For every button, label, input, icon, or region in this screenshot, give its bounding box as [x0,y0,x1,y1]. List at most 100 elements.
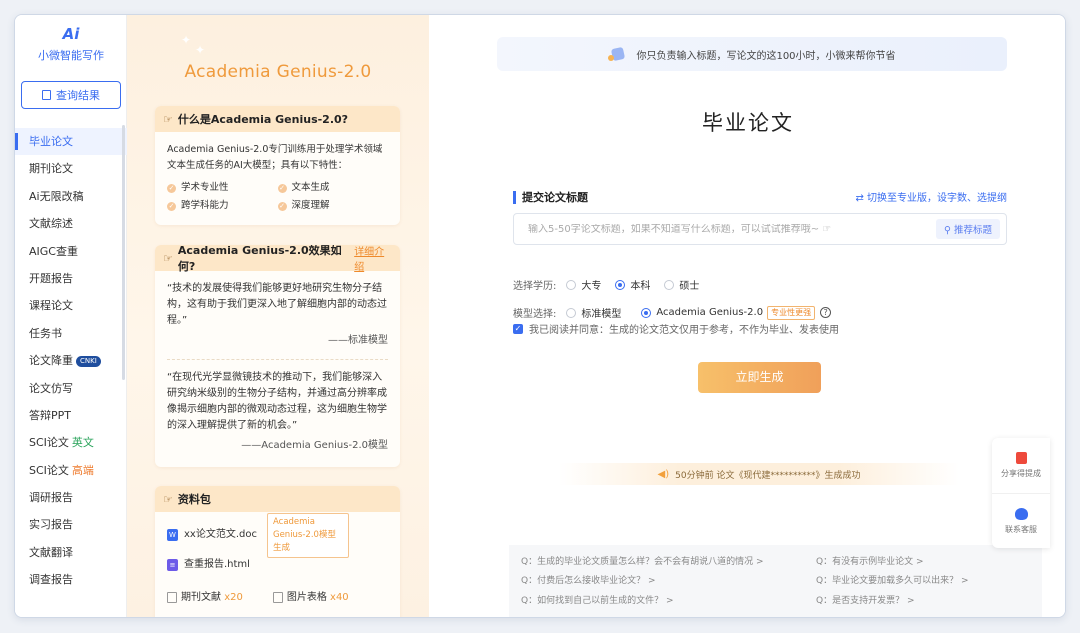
section-header: 提交论文标题 [513,189,588,205]
degree-option-bachelor[interactable]: 本科 [615,277,650,292]
sidebar-item-sci-premium[interactable]: SCI论文 高端 [15,457,127,484]
agreement-checkbox[interactable]: ✓ [513,323,523,334]
feature-label: 深度理解 [291,200,330,211]
radio-circle [615,279,626,290]
sidebar-item-label: 答辩PPT [29,408,71,422]
sidebar-item-paper-imitation[interactable]: 论文仿写 [15,375,127,402]
faq-item[interactable]: Q：生成的毕业论文质量怎么样？会不会有胡说八道的情况 > [521,555,816,570]
faq-item[interactable]: Q：有没有示例毕业论文 > [816,555,1030,570]
sparkle-icon: ✦ [181,33,192,47]
sidebar-item-label: Ai无限改稿 [29,189,84,203]
section-accent-bar [513,190,516,204]
sidebar-item-label: 文献翻译 [29,545,73,559]
sidebar-item-label: 课程论文 [29,299,73,313]
sidebar-item-label: 任务书 [29,326,62,340]
sidebar-item-survey-report[interactable]: 调查报告 [15,566,127,593]
title-input-box: ⚲ 推荐标题 [513,213,1007,245]
model-description: Academia Genius-2.0专门训练用于处理学术领域文本生成任务的AI… [167,144,383,171]
sparkle-icon: ✦ [195,43,206,57]
sidebar-item-plagiarism-reduction[interactable]: 论文降重 CNKI [15,347,127,374]
degree-selector: 选择学历: 大专 本科 硕士 [513,277,713,292]
illustration-icon [608,46,628,62]
agreement-text: 我已阅读并同意：生成的论文范文仅用于参考，不作为毕业、发表使用 [529,325,839,336]
logo[interactable]: Ai 小微智能写作 [15,25,127,63]
contact-service-button[interactable]: 联系客服 [992,493,1050,548]
faq-item[interactable]: Q：如何找到自己以前生成的文件？ > [521,594,816,609]
effect-card: ☞ Academia Genius-2.0效果如何? 详细介绍 “技术的发展使得… [155,245,400,467]
sidebar-item-graduation-thesis[interactable]: 毕业论文 [15,128,127,156]
sidebar-item-label: 文献综述 [29,217,73,231]
check-icon: ✓ [277,183,287,193]
degree-label: 选择学历: [513,281,557,292]
radio-circle [641,307,652,318]
genius-model-attribution: ——Academia Genius-2.0模型 [241,440,388,451]
main-panel: 你只负责输入标题，写论文的这100小时，小微来帮你节省 毕业论文 提交论文标题 … [429,15,1065,617]
degree-option-master[interactable]: 硕士 [664,277,699,292]
sidebar-item-sci-english[interactable]: SCI论文 英文 [15,429,127,456]
check-icon: ✓ [277,201,287,211]
sidebar-item-defense-ppt[interactable]: 答辩PPT [15,402,127,429]
what-is-card: ☞ 什么是Academia Genius-2.0? Academia Geniu… [155,106,400,225]
help-icon[interactable]: ? [820,307,832,318]
file-tip: Academia Genius-2.0模型生成 [266,512,349,558]
sidebar-item-label: SCI论文 [29,436,69,450]
resource-count: x20 [224,592,243,603]
faq-item[interactable]: Q：付费后怎么接收毕业论文？ > [521,574,816,589]
share-label: 分享得提成 [1001,469,1041,478]
card-heading: 什么是Academia Genius-2.0? [177,113,349,126]
query-results-button[interactable]: 查询结果 [21,81,121,109]
info-panel: ✦ ✦ Academia Genius-2.0 ☞ 什么是Academia Ge… [127,15,429,617]
feature-label: 跨学科能力 [181,200,229,211]
genius-model-quote: “在现代光学显微镜技术的推动下，我们能够深入研究纳米级别的生物分子结构，并通过高… [167,372,387,431]
sidebar-item-label: AIGC查重 [29,244,78,258]
logo-mark: Ai [62,25,80,43]
card-header: ☞ Academia Genius-2.0效果如何? 详细介绍 [155,245,400,273]
detail-link[interactable]: 详细介绍 [354,245,392,273]
model-option-genius[interactable]: Academia Genius-2.0 [641,307,763,318]
title-input[interactable] [528,223,936,235]
query-results-label: 查询结果 [56,89,100,102]
card-heading: 资料包 [177,493,211,506]
radio-label: 标准模型 [581,309,622,320]
faq-item[interactable]: Q：毕业论文要加载多久可以出来？ > [816,574,1030,589]
resource-label: 图片表格 [286,592,327,603]
recommend-title-button[interactable]: ⚲ 推荐标题 [936,219,1000,239]
sidebar-item-assignment[interactable]: 任务书 [15,320,127,347]
feature-list: ✓ 学术专业性 ✓ 文本生成 ✓ 跨学科能力 ✓ 深度理解 [167,180,388,214]
recommend-label: 推荐标题 [953,225,992,236]
pointing-hand-icon: ☞ [163,492,173,506]
sidebar-item-research-report[interactable]: 调研报告 [15,484,127,511]
sidebar-item-proposal-report[interactable]: 开题报告 [15,265,127,292]
resource-count: x40 [330,592,349,603]
section-title: 提交论文标题 [522,191,588,204]
model-option-standard[interactable]: 标准模型 [566,305,621,320]
file-item[interactable]: W xx论文范文.doc Academia Genius-2.0模型生成 [167,512,388,558]
standard-model-quote: “技术的发展使得我们能够更好地研究生物分子结构，这有助于我们更深入地了解细胞内部… [167,283,387,326]
sidebar-item-internship-report[interactable]: 实习报告 [15,511,127,538]
faq-item[interactable]: Q：是否支持开发票？ > [816,594,1030,609]
speaker-icon: ◀) [657,468,670,480]
radio-label: Academia Genius-2.0 [656,307,764,318]
sidebar-item-literature-translation[interactable]: 文献翻译 [15,539,127,566]
sidebar-item-label: 调研报告 [29,491,73,505]
gift-icon [1015,452,1027,464]
resource-label: 期刊文献 [181,592,221,603]
sidebar-item-literature-review[interactable]: 文献综述 [15,210,127,237]
image-icon [272,591,283,603]
generation-notice: ◀) 50分钟前 论文《现代建**********》生成成功 [559,463,959,485]
agreement[interactable]: ✓ 我已阅读并同意：生成的论文范文仅用于参考，不作为毕业、发表使用 [513,321,839,336]
standard-model-attribution: ——标准模型 [328,335,388,346]
sidebar-nav: 毕业论文 期刊论文 Ai无限改稿 文献综述 AIGC查重 开题报告 课程论文 任… [15,128,127,594]
share-commission-button[interactable]: 分享得提成 [992,438,1050,493]
report-file-icon: ≡ [167,559,178,571]
sidebar-item-ai-revision[interactable]: Ai无限改稿 [15,183,127,210]
sidebar-item-journal-paper[interactable]: 期刊论文 [15,155,127,182]
sidebar-item-course-paper[interactable]: 课程论文 [15,292,127,319]
degree-option-junior-college[interactable]: 大专 [566,277,601,292]
sidebar-scrollbar[interactable] [122,125,125,380]
generate-button[interactable]: 立即生成 [698,362,821,393]
sidebar-item-aigc-check[interactable]: AIGC查重 [15,238,127,265]
sidebar-item-label: 论文降重 [29,354,73,368]
notice-text: 50分钟前 论文《现代建**********》生成成功 [675,470,861,481]
switch-pro-link[interactable]: ⇄ 切换至专业版，设字数、选提纲 [855,189,1007,204]
